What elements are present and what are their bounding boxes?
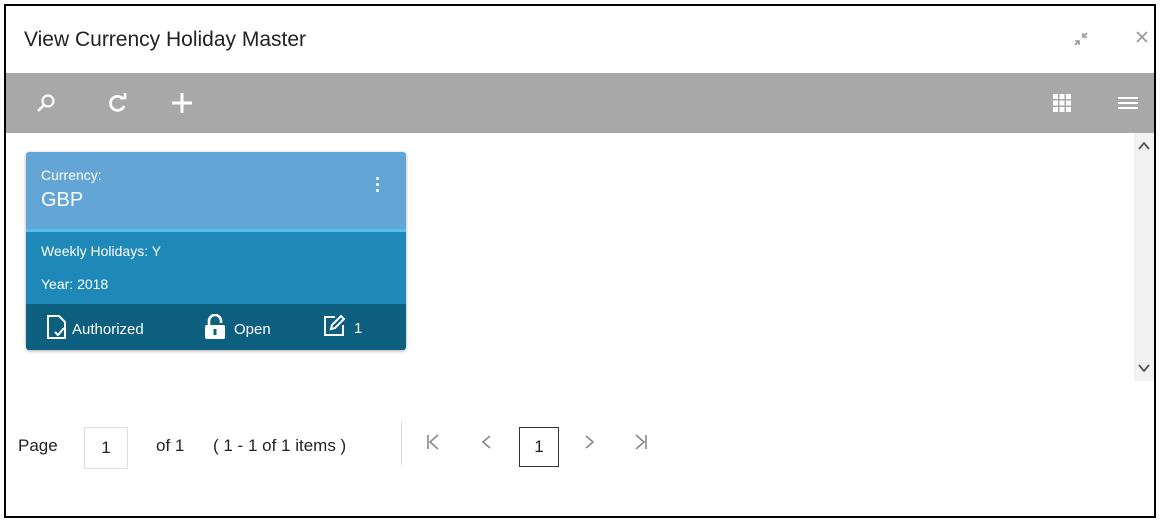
unlock-icon [204,313,226,344]
authorized-label: Authorized [72,320,144,338]
title-bar: View Currency Holiday Master [6,6,1154,72]
year-text: Year: 2018 [41,276,109,292]
currency-holiday-window: View Currency Holiday Master Currency: G… [4,4,1156,518]
open-status: Open [204,313,271,344]
currency-label: Currency: [41,167,102,183]
open-label: Open [234,320,271,338]
first-page-icon[interactable] [426,433,440,456]
content-area: Currency: GBP Weekly Holidays: Y Year: 2… [6,133,1154,381]
next-page-icon[interactable] [584,433,596,456]
close-icon[interactable] [1134,29,1150,50]
edit-count-value: 1 [354,319,363,337]
list-view-icon[interactable] [1110,85,1146,121]
refresh-icon[interactable] [100,85,136,121]
currency-holiday-card[interactable]: Currency: GBP Weekly Holidays: Y Year: 2… [26,152,406,350]
edit-count: 1 [322,314,362,342]
pagination-bar: Page 1 of 1 ( 1 - 1 of 1 items ) 1 [6,411,1154,471]
grid-view-icon[interactable] [1044,85,1080,121]
currency-value: GBP [41,189,84,211]
scroll-up-icon[interactable] [1137,139,1151,153]
page-count-text: of 1 [156,436,185,455]
authorized-status: Authorized [46,314,144,344]
card-footer: Authorized Open 1 [26,304,406,350]
vertical-scrollbar[interactable] [1134,133,1154,381]
search-icon[interactable] [28,85,64,121]
last-page-icon[interactable] [634,433,648,456]
page-number-input[interactable]: 1 [84,427,128,469]
weekly-holidays-text: Weekly Holidays: Y [41,243,162,259]
add-icon[interactable] [164,85,200,121]
toolbar [6,73,1154,133]
previous-page-icon[interactable] [480,433,492,456]
minimize-icon[interactable] [1072,30,1090,53]
more-options-icon[interactable] [372,174,382,200]
card-body: Weekly Holidays: Y Year: 2018 [26,232,406,304]
pager-divider [401,421,402,465]
authorized-doc-icon [46,314,68,344]
scroll-down-icon[interactable] [1137,361,1151,375]
card-header: Currency: GBP [26,152,406,232]
window-title: View Currency Holiday Master [24,28,307,51]
edit-icon [322,314,346,342]
page-label: Page [18,436,58,455]
current-page-button[interactable]: 1 [519,427,559,467]
items-range-text: ( 1 - 1 of 1 items ) [213,436,347,455]
